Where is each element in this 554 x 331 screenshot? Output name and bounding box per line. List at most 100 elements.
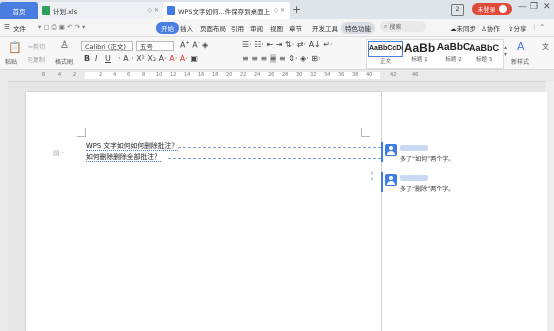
text-effects-icon[interactable]: · A · X² X₂ A· A· A· ▣ [118,54,198,63]
close-button[interactable]: ✕ [543,2,551,12]
comment-connector [168,158,381,159]
document-line-1[interactable]: WPS 文字如何如何删除批注？ [86,140,179,151]
style-normal-label: 正文 [379,59,391,65]
ruler-number: 46 [412,72,419,78]
ruler-number: 4 [113,72,117,78]
underline-icon[interactable]: U [105,54,111,63]
avatar [498,5,507,13]
copy-button[interactable]: ⎘复制 [28,55,45,65]
tab-developer[interactable]: 开发工具 [312,23,338,33]
tab-spreadsheet[interactable]: 计划.xls ◇ ✕ [38,2,164,19]
minimize-button[interactable]: — [518,2,527,12]
ruler-number: 26 [268,72,275,78]
sync-label: 未同步 [456,25,477,33]
copy-label: 复制 [32,57,45,64]
tab-pin-icon[interactable]: ◇ ✕ [147,7,159,14]
new-style-icon[interactable]: A [517,40,525,53]
italic-icon[interactable]: I [95,54,97,63]
bold-icon[interactable]: B [84,54,90,63]
style-heading3-sample: AaBbC [468,43,499,53]
ruler-number: 22 [240,72,247,78]
ruler-number: 34 [324,72,331,78]
document-file-icon [167,6,175,15]
tab-page-layout[interactable]: 页面布局 [200,23,226,33]
tab-special-features[interactable]: 特色功能 [341,22,375,34]
cut-button[interactable]: ✂剪切 [28,42,45,51]
comment-text-1[interactable]: 多了“如何”两个字。 [400,154,454,163]
comment-pane [381,92,547,331]
ruler-number: 2 [73,72,77,78]
font-size-select[interactable]: 五号 [136,41,174,51]
format-painter-icon[interactable]: ♙ [60,40,69,51]
ruler-number: 12 [170,72,177,78]
ruler-number: 4 [58,72,62,78]
more-tools-icon[interactable]: 文 [542,42,549,52]
hamburger-icon[interactable]: ☰ [4,23,10,31]
comment-text-2[interactable]: 多了“删除”两个字。 [400,184,454,193]
restore-button[interactable]: ❐ [530,2,538,12]
ruler-number: 38 [352,72,359,78]
user-avatar-icon [385,144,397,156]
comment-author [400,175,428,181]
quick-access-icons[interactable]: ▾ ▢ ⎙ ▣ ↶ ↷ ▾ [38,23,85,32]
styles-scroll-icon[interactable]: ▴ ▾ [504,44,507,58]
search-label: 搜索 [389,24,402,31]
comment-marker [381,142,383,162]
style-heading3[interactable]: AaBbC 标题 3 [467,41,501,65]
tab-insert[interactable]: 插入 [180,23,193,33]
document-line-2[interactable]: 如何删除删除全部批注？ [86,151,161,162]
ruler-number: 20 [226,72,233,78]
font-select[interactable]: Calibri (正文) [81,41,133,51]
share-button[interactable]: ⇪分享 [508,23,526,33]
ruler-number: 6 [127,72,131,78]
login-label: 未登录 [477,6,496,14]
tab-document[interactable]: WPS文字如何...件保存到桌面上 ◇ ✕ [163,2,290,19]
tab-home[interactable]: 首页 [0,2,38,19]
collab-button[interactable]: ♙协作 [481,23,500,33]
align-icons[interactable]: ≡ ≡ ≡ ≡ ≡ ⇕· ◈· ⊞· [242,54,321,63]
paragraph-handle-icon[interactable]: ▤ · [53,149,64,157]
search-box[interactable]: ⌕ 搜索 [380,21,426,32]
ruler-number: 28 [282,72,289,78]
comment-anchor[interactable]: WPS 文字如何如何删除批注？ [86,142,179,151]
ruler-number: 14 [184,72,191,78]
more-icon[interactable]: ⋮ ^ [531,23,545,31]
paste-icon[interactable]: 📋 [8,41,22,54]
style-heading1-label: 标题 1 [411,57,428,63]
ruler-number: 40 [366,72,373,78]
vertical-scrollbar[interactable] [546,81,554,331]
format-painter-button[interactable]: 格式刷 [55,57,73,66]
tab-view[interactable]: 视图 [270,23,283,33]
tab-section[interactable]: 章节 [289,23,302,33]
new-tab-button[interactable]: + [292,3,301,16]
bullet-list-icon[interactable]: ☰· ☷· ⇤ ⇥ ⇅· ⇄· A↓ ↵· [242,40,333,49]
login-button[interactable]: 未登录 [472,3,512,15]
comment-connector [178,147,381,148]
style-heading2[interactable]: AaBbC 标题 2 [436,41,471,65]
new-style-button[interactable]: 新样式 [511,57,529,66]
ruler-number: 8 [142,72,146,78]
tab-references[interactable]: 引用 [231,23,244,33]
ruler-number: 30 [296,72,303,78]
sync-status[interactable]: ☁未同步 [450,23,476,33]
window-count-badge[interactable]: 2 [451,4,464,16]
cut-label: 剪切 [33,44,46,51]
style-heading1[interactable]: AaBb 标题 1 [402,41,437,65]
comment-anchor[interactable]: 如何删除删除全部批注？ [86,153,161,162]
style-heading2-label: 标题 2 [445,57,462,63]
margin-corner [361,128,370,137]
vertical-ruler [0,81,8,331]
comment-author [400,145,428,151]
paste-button[interactable]: 粘贴 [5,57,17,66]
tab-document-label: WPS文字如何...件保存到桌面上 [178,7,270,16]
tab-spreadsheet-label: 计划.xls [53,7,78,16]
tab-close-icon[interactable]: ◇ ✕ [273,7,285,14]
file-menu[interactable]: 文件 [13,23,26,33]
style-normal[interactable]: AaBbCcDd 正文 [368,41,403,65]
user-avatar-icon [385,174,397,186]
font-grow-icon[interactable]: A+ A- ◈ [180,40,208,50]
ruler-number: 18 [212,72,219,78]
style-heading2-sample: AaBbC [436,42,471,53]
tab-review[interactable]: 审阅 [250,23,263,33]
tab-start[interactable]: 开始 [156,22,179,34]
